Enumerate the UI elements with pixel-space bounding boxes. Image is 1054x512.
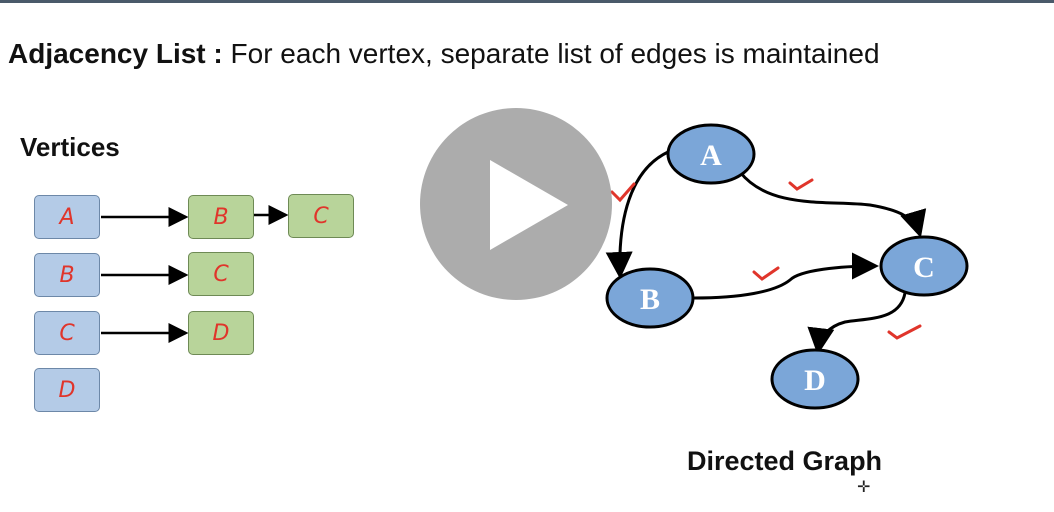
node-b-label: B: [640, 283, 660, 316]
graph-title: Directed Graph: [687, 446, 883, 476]
edge-a-c: [738, 171, 927, 238]
cursor-crosshair-icon: ✛: [857, 479, 871, 496]
node-c-label: C: [913, 251, 935, 284]
check-mark-icon: [887, 324, 922, 340]
edge-a-b: [605, 150, 669, 279]
edge-c-d: [807, 292, 907, 355]
node-d-label: D: [804, 364, 826, 397]
edge-b-c: [693, 252, 879, 300]
node-a-label: A: [700, 139, 722, 172]
check-mark-icon: [752, 266, 780, 281]
play-icon: [490, 160, 568, 250]
play-button[interactable]: [420, 108, 612, 300]
check-mark-icon: [788, 178, 814, 191]
